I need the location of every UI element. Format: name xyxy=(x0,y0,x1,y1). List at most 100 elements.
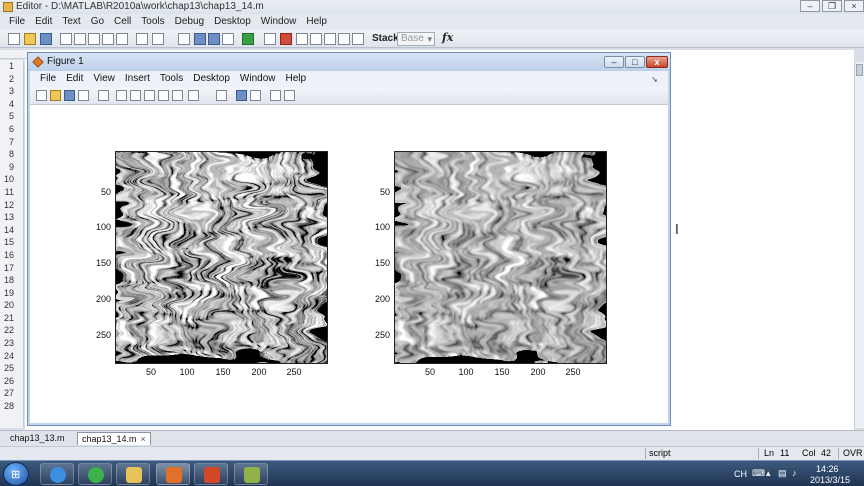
line-number: 13 xyxy=(3,212,14,223)
figure-menu-desktop[interactable]: Desktop xyxy=(188,71,235,87)
fingerprint-original-image xyxy=(116,152,327,363)
figure-toolbar xyxy=(30,87,668,105)
hide-plot-tools-icon[interactable] xyxy=(270,90,281,101)
run-icon[interactable] xyxy=(242,33,254,45)
back-arrow-icon[interactable] xyxy=(194,33,206,45)
y-tick-label: 50 xyxy=(379,187,390,197)
step-out-icon[interactable] xyxy=(324,33,336,45)
clock-time[interactable]: 14:26 xyxy=(816,464,839,474)
editor-restore-button[interactable]: ❐ xyxy=(822,0,842,12)
cut-icon[interactable] xyxy=(60,33,72,45)
start-button[interactable]: ⊞ xyxy=(3,462,29,486)
figure-minimize-button[interactable]: – xyxy=(604,56,624,68)
taskbar-refresh-app[interactable] xyxy=(78,463,112,485)
print-icon[interactable] xyxy=(136,33,148,45)
show-plot-tools-icon[interactable] xyxy=(284,90,295,101)
editor-menu-help[interactable]: Help xyxy=(301,14,332,30)
taskbar-powerpoint[interactable] xyxy=(194,463,228,485)
line-number: 9 xyxy=(8,161,14,172)
scrollbar-thumb[interactable] xyxy=(856,64,863,76)
windows-taskbar: ⊞ CH ⌨ ▴ ▤ ♪ 14:26 2013/3/15 xyxy=(0,460,864,486)
open-file-icon[interactable] xyxy=(50,90,61,101)
editor-close-button[interactable]: × xyxy=(844,0,864,12)
binoculars-icon[interactable] xyxy=(178,33,190,45)
colorbar-icon[interactable] xyxy=(236,90,247,101)
editor-menu-edit[interactable]: Edit xyxy=(30,14,57,30)
taskbar-matlab[interactable] xyxy=(156,463,190,485)
volume-icon[interactable]: ♪ xyxy=(792,468,797,478)
continue-icon[interactable] xyxy=(338,33,350,45)
save-figure-icon[interactable] xyxy=(64,90,75,101)
editor-menu-tools[interactable]: Tools xyxy=(136,14,169,30)
paste-icon[interactable] xyxy=(88,33,100,45)
editor-menu-file[interactable]: File xyxy=(4,14,30,30)
legend-icon[interactable] xyxy=(250,90,261,101)
figure-close-button[interactable]: x xyxy=(646,56,668,68)
open-folder-icon[interactable] xyxy=(24,33,36,45)
editor-menu-debug[interactable]: Debug xyxy=(170,14,209,30)
figure-maximize-button[interactable]: □ xyxy=(625,56,645,68)
clear-breakpoints-icon[interactable] xyxy=(280,33,292,45)
copy-icon[interactable] xyxy=(74,33,86,45)
network-icon[interactable]: ▤ xyxy=(778,468,787,479)
line-number-gutter: 1 2 3 4 5 6 7 8 9 10 11 12 13 14 15 16 17 18 19 20 21 22 23 24 2… xyxy=(0,60,24,428)
forward-arrow-icon[interactable] xyxy=(208,33,220,45)
y-tick-label: 250 xyxy=(374,330,390,340)
new-figure-icon[interactable] xyxy=(36,90,47,101)
dock-arrow-icon[interactable]: ➘ xyxy=(646,73,663,84)
step-icon[interactable] xyxy=(296,33,308,45)
link-plot-icon[interactable] xyxy=(216,90,227,101)
editor-menu-text[interactable]: Text xyxy=(57,14,85,30)
green-app-icon xyxy=(244,467,260,483)
pan-icon[interactable] xyxy=(144,90,155,101)
ime-indicator[interactable]: CH xyxy=(734,469,747,479)
editor-minimize-button[interactable]: – xyxy=(800,0,820,12)
brush-icon[interactable] xyxy=(188,90,199,101)
rotate-3d-icon[interactable] xyxy=(158,90,169,101)
set-breakpoint-icon[interactable] xyxy=(264,33,276,45)
figure-menu-help[interactable]: Help xyxy=(281,71,312,87)
print-figure-icon[interactable] xyxy=(78,90,89,101)
redo-icon[interactable] xyxy=(116,33,128,45)
keyboard-icon[interactable]: ⌨ xyxy=(752,468,765,479)
exit-debug-icon[interactable] xyxy=(352,33,364,45)
tab-chap13-13[interactable]: chap13_13.m xyxy=(6,432,69,445)
figure-menu-edit[interactable]: Edit xyxy=(61,71,88,87)
figure-title-bar[interactable]: Figure 1 xyxy=(28,53,670,71)
x-tick-label: 50 xyxy=(145,367,156,377)
editor-vertical-scrollbar[interactable] xyxy=(854,62,864,428)
axes-filtered-image[interactable] xyxy=(394,151,607,364)
editor-menu-window[interactable]: Window xyxy=(256,14,302,30)
clock-date[interactable]: 2013/3/15 xyxy=(810,475,850,485)
tab-chap13-14[interactable]: chap13_14.m × xyxy=(77,432,151,445)
line-number: 3 xyxy=(8,86,14,97)
function-browser-icon[interactable] xyxy=(222,33,234,45)
editor-menu-desktop[interactable]: Desktop xyxy=(209,14,256,30)
step-in-icon[interactable] xyxy=(310,33,322,45)
taskbar-internet-explorer[interactable] xyxy=(40,463,74,485)
figure-menu-window[interactable]: Window xyxy=(235,71,281,87)
stack-dropdown[interactable]: Base xyxy=(397,32,435,46)
axes-original-image[interactable] xyxy=(115,151,328,364)
zoom-in-icon[interactable] xyxy=(116,90,127,101)
zoom-out-icon[interactable] xyxy=(130,90,141,101)
pointer-icon[interactable] xyxy=(98,90,109,101)
undo-icon[interactable] xyxy=(102,33,114,45)
save-icon[interactable] xyxy=(40,33,52,45)
figure-menu-file[interactable]: File xyxy=(35,71,61,87)
powerpoint-icon xyxy=(204,467,220,483)
find-icon[interactable] xyxy=(152,33,164,45)
figure-menu-insert[interactable]: Insert xyxy=(120,71,155,87)
tab-close-icon[interactable]: × xyxy=(141,434,146,444)
taskbar-green-app[interactable] xyxy=(234,463,268,485)
editor-menu-cell[interactable]: Cell xyxy=(109,14,136,30)
y-tick-label: 50 xyxy=(100,187,111,197)
editor-menu-go[interactable]: Go xyxy=(86,14,109,30)
notification-arrow-icon[interactable]: ▴ xyxy=(766,468,771,479)
new-file-icon[interactable] xyxy=(8,33,20,45)
figure-menu-view[interactable]: View xyxy=(88,71,120,87)
taskbar-file-explorer[interactable] xyxy=(116,463,150,485)
data-cursor-icon[interactable] xyxy=(172,90,183,101)
function-browser-button[interactable]: fx xyxy=(442,31,453,44)
figure-menu-tools[interactable]: Tools xyxy=(155,71,188,87)
